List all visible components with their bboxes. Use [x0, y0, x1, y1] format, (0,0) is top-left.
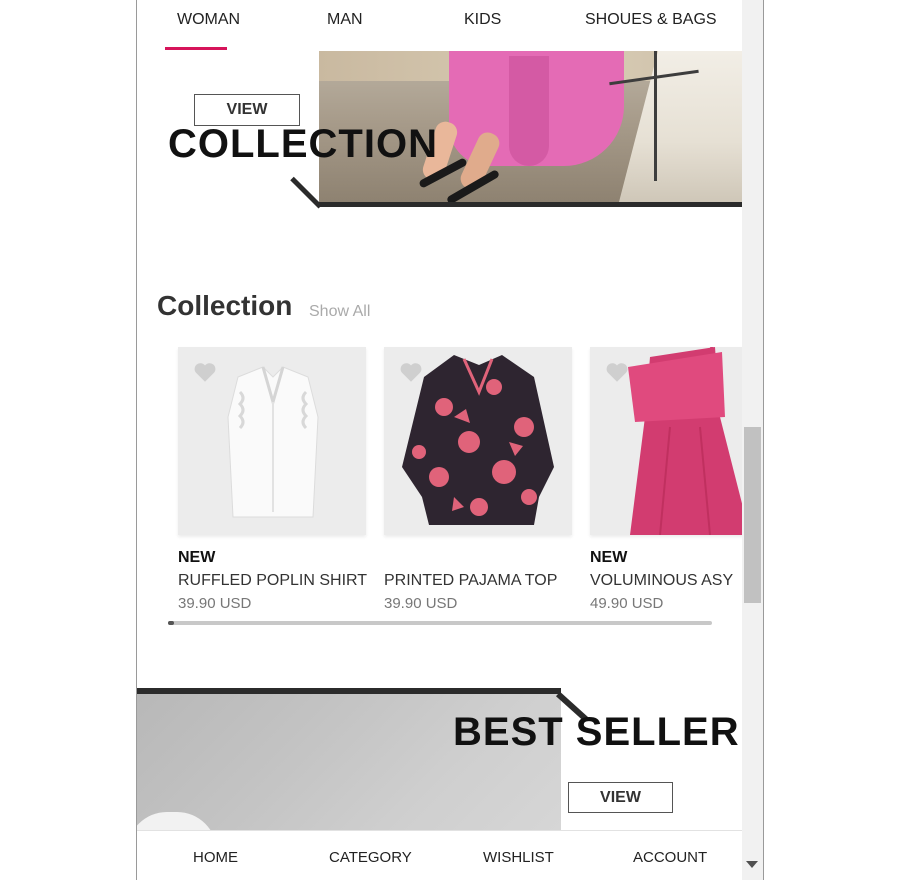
- product-price: 39.90 USD: [178, 595, 252, 612]
- tab-kids[interactable]: KIDS: [464, 11, 501, 29]
- hero-chair-leg: [654, 51, 657, 181]
- product-image[interactable]: [384, 347, 572, 535]
- product-card[interactable]: PRINTED PAJAMA TOP 39.90 USD: [384, 347, 572, 612]
- app-frame: WOMAN MAN KIDS SHOUES & BAGS VIEW COLLEC…: [136, 0, 764, 880]
- active-tab-indicator: [165, 47, 227, 50]
- carousel-scrollbar[interactable]: [168, 621, 712, 625]
- page-content: WOMAN MAN KIDS SHOUES & BAGS VIEW COLLEC…: [137, 0, 742, 880]
- carousel-scroll-thumb[interactable]: [168, 621, 174, 625]
- new-badge: [384, 549, 572, 569]
- vertical-scrollbar[interactable]: [742, 0, 763, 880]
- nav-account[interactable]: ACCOUNT: [633, 849, 707, 866]
- new-badge: NEW: [590, 549, 628, 566]
- product-image[interactable]: [590, 347, 742, 535]
- show-all-link[interactable]: Show All: [309, 303, 370, 321]
- product-image[interactable]: [178, 347, 366, 535]
- new-badge: NEW: [178, 549, 216, 566]
- tab-man[interactable]: MAN: [327, 11, 363, 29]
- category-tabs: WOMAN MAN KIDS SHOUES & BAGS: [137, 0, 742, 50]
- nav-home[interactable]: HOME: [193, 849, 238, 866]
- hero-dress-fold: [509, 56, 549, 166]
- tab-woman[interactable]: WOMAN: [177, 11, 240, 29]
- nav-category[interactable]: CATEGORY: [329, 849, 412, 866]
- product-name[interactable]: RUFFLED POPLIN SHIRT: [178, 572, 367, 592]
- best-seller-view-button[interactable]: VIEW: [568, 782, 673, 813]
- hero-accent-bar: [319, 202, 742, 207]
- section-title: Collection: [157, 290, 293, 321]
- scroll-down-arrow-icon[interactable]: [746, 861, 758, 868]
- tab-shoes-bags[interactable]: SHOUES & BAGS: [585, 11, 717, 29]
- product-name[interactable]: VOLUMINOUS ASY: [590, 572, 742, 592]
- nav-wishlist[interactable]: WISHLIST: [483, 849, 554, 866]
- product-card[interactable]: NEW RUFFLED POPLIN SHIRT 39.90 USD: [178, 347, 367, 612]
- product-price: 49.90 USD: [590, 595, 664, 612]
- product-name[interactable]: PRINTED PAJAMA TOP: [384, 572, 572, 592]
- vertical-scroll-thumb[interactable]: [744, 427, 761, 603]
- hero-title: COLLECTION: [168, 122, 438, 166]
- product-card[interactable]: NEW VOLUMINOUS ASY 49.90 USD: [590, 347, 742, 612]
- heart-icon[interactable]: [398, 359, 424, 385]
- hero-accent-diagonal: [290, 176, 323, 209]
- bottom-nav: HOME CATEGORY WISHLIST ACCOUNT: [137, 830, 742, 880]
- best-seller-title: BEST SELLER: [453, 710, 740, 754]
- heart-icon[interactable]: [604, 359, 630, 385]
- heart-icon[interactable]: [192, 359, 218, 385]
- best-seller-accent-bar: [137, 688, 561, 694]
- product-price: 39.90 USD: [384, 595, 458, 612]
